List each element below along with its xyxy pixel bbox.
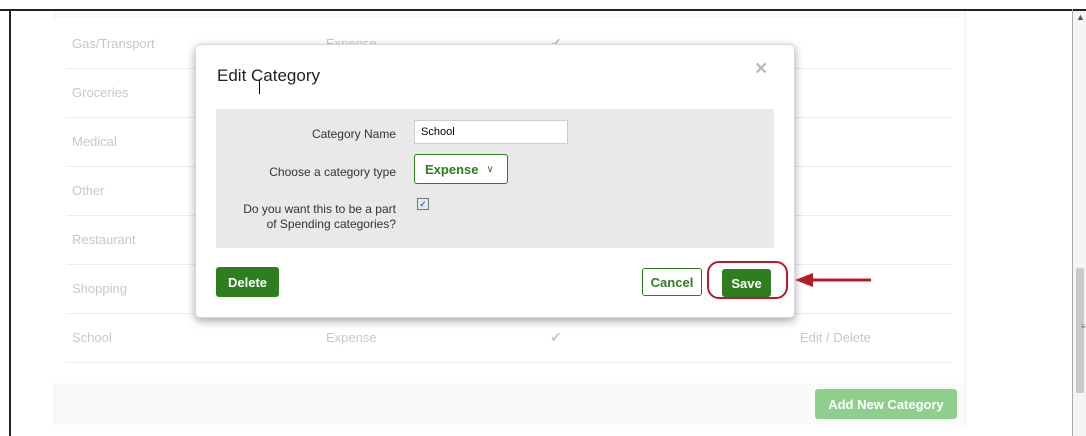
window-left-border (9, 9, 11, 436)
check-icon: ✔ (550, 329, 562, 345)
category-type-label: Choose a category type (269, 165, 396, 179)
chevron-down-icon: ∨ (486, 163, 494, 175)
row-name: Restaurant (72, 232, 136, 247)
row-name: School (72, 330, 112, 345)
annotation-arrow-icon (795, 273, 871, 287)
row-name: Medical (72, 134, 117, 149)
spending-checkbox[interactable]: ✓ (417, 198, 429, 210)
delete-button[interactable]: Delete (216, 267, 279, 297)
category-type-value: Expense (425, 161, 479, 177)
close-icon[interactable]: × (755, 57, 767, 81)
category-name-label: Category Name (311, 127, 396, 141)
modal-form: Category Name Choose a category type Exp… (216, 109, 774, 248)
table-row: School Expense ✔ Edit / Delete (66, 313, 952, 363)
row-name: Gas/Transport (72, 36, 155, 51)
text-cursor (259, 80, 260, 94)
row-name: Shopping (72, 281, 127, 296)
spending-question-line1: Do you want this to be a part (243, 202, 396, 216)
spending-question-label: Do you want this to be a part of Spendin… (196, 202, 396, 232)
annotation-highlight-ring (707, 261, 788, 299)
row-name: Other (72, 183, 105, 198)
edit-category-modal: Edit Category × Category Name Choose a c… (195, 44, 795, 318)
category-type-select[interactable]: Expense ∨ (414, 154, 508, 184)
row-type: Expense (326, 330, 377, 345)
scroll-up-icon[interactable]: ▲ (1076, 12, 1085, 22)
spending-question-line2: of Spending categories? (266, 217, 396, 231)
cancel-button[interactable]: Cancel (642, 268, 702, 296)
category-name-input[interactable] (414, 120, 568, 144)
scroll-grip-icon: ≡ (1081, 322, 1086, 331)
row-actions-link[interactable]: Edit / Delete (800, 330, 871, 345)
add-new-category-button[interactable]: Add New Category (815, 389, 957, 419)
row-name: Groceries (72, 85, 129, 100)
modal-title: Edit Category (217, 66, 320, 85)
